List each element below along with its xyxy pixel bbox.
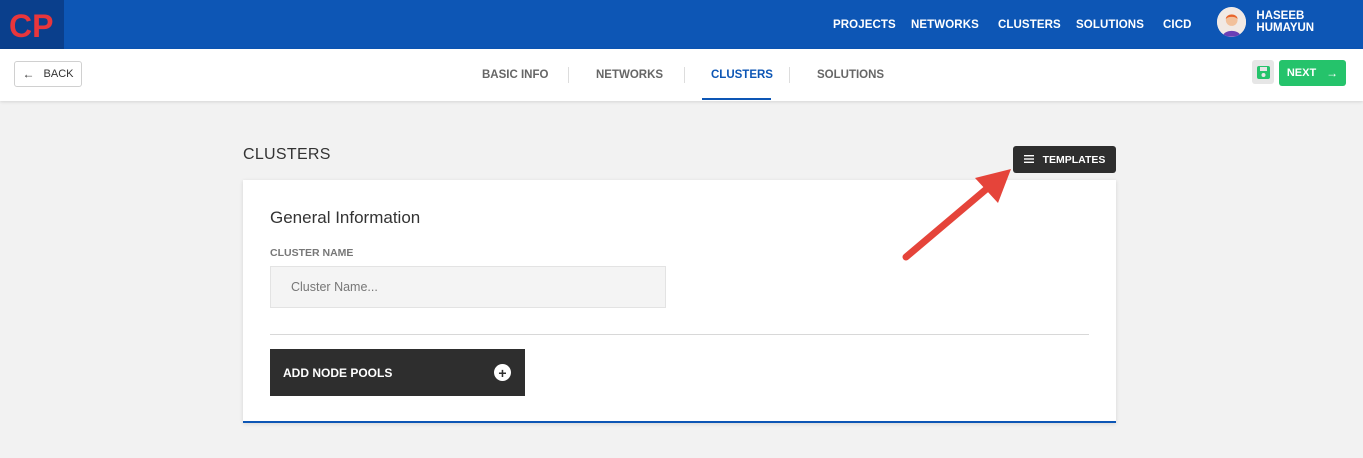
- nav-cicd[interactable]: CICD: [1163, 19, 1192, 31]
- page-title: CLUSTERS: [243, 146, 331, 163]
- templates-button[interactable]: TEMPLATES: [1013, 146, 1116, 173]
- tab-basic-info[interactable]: BASIC INFO: [482, 49, 548, 101]
- app-logo[interactable]: CP: [0, 0, 64, 49]
- logo-icon: CP: [9, 8, 53, 43]
- cluster-name-label: CLUSTER NAME: [270, 247, 354, 259]
- tab-networks[interactable]: NETWORKS: [596, 49, 663, 101]
- hamburger-icon: [1023, 154, 1034, 166]
- svg-text:CP: CP: [9, 8, 53, 43]
- wizard-bar: ← BACK BASIC INFO NETWORKS CLUSTERS SOLU…: [0, 49, 1363, 101]
- tab-separator: [789, 67, 790, 83]
- section-title: General Information: [270, 208, 421, 227]
- user-name: HASEEB HUMAYUN: [1256, 10, 1315, 34]
- next-button[interactable]: NEXT →: [1279, 60, 1346, 86]
- add-node-pools-button[interactable]: ADD NODE POOLS +: [270, 349, 525, 396]
- next-arrow-icon: →: [1326, 66, 1339, 80]
- tab-separator: [684, 67, 685, 83]
- plus-circle-icon: +: [494, 364, 511, 381]
- nav-networks[interactable]: NETWORKS: [911, 19, 979, 31]
- nav-clusters[interactable]: CLUSTERS: [998, 19, 1061, 31]
- back-button[interactable]: ← BACK: [14, 61, 82, 87]
- nav-solutions[interactable]: SOLUTIONS: [1076, 19, 1144, 31]
- user-menu[interactable]: HASEEB HUMAYUN: [1217, 6, 1363, 38]
- add-node-pools-label: ADD NODE POOLS: [283, 365, 393, 380]
- save-icon: [1256, 65, 1270, 79]
- tab-solutions[interactable]: SOLUTIONS: [817, 49, 884, 101]
- tab-separator: [568, 67, 569, 83]
- templates-label: TEMPLATES: [1042, 153, 1106, 166]
- tab-clusters[interactable]: CLUSTERS: [711, 49, 773, 101]
- save-button[interactable]: [1252, 60, 1274, 84]
- next-label: NEXT: [1286, 67, 1317, 79]
- back-label: BACK: [43, 68, 74, 80]
- back-arrow-icon: ←: [22, 67, 35, 81]
- active-tab-indicator: [702, 98, 771, 100]
- cluster-name-input[interactable]: [270, 266, 666, 308]
- cluster-form-card: General Information CLUSTER NAME ADD NOD…: [243, 180, 1116, 423]
- divider: [270, 334, 1089, 335]
- top-navbar: CP PROJECTS NETWORKS CLUSTERS SOLUTIONS …: [0, 0, 1363, 49]
- avatar-icon: [1217, 7, 1247, 37]
- nav-projects[interactable]: PROJECTS: [833, 19, 896, 31]
